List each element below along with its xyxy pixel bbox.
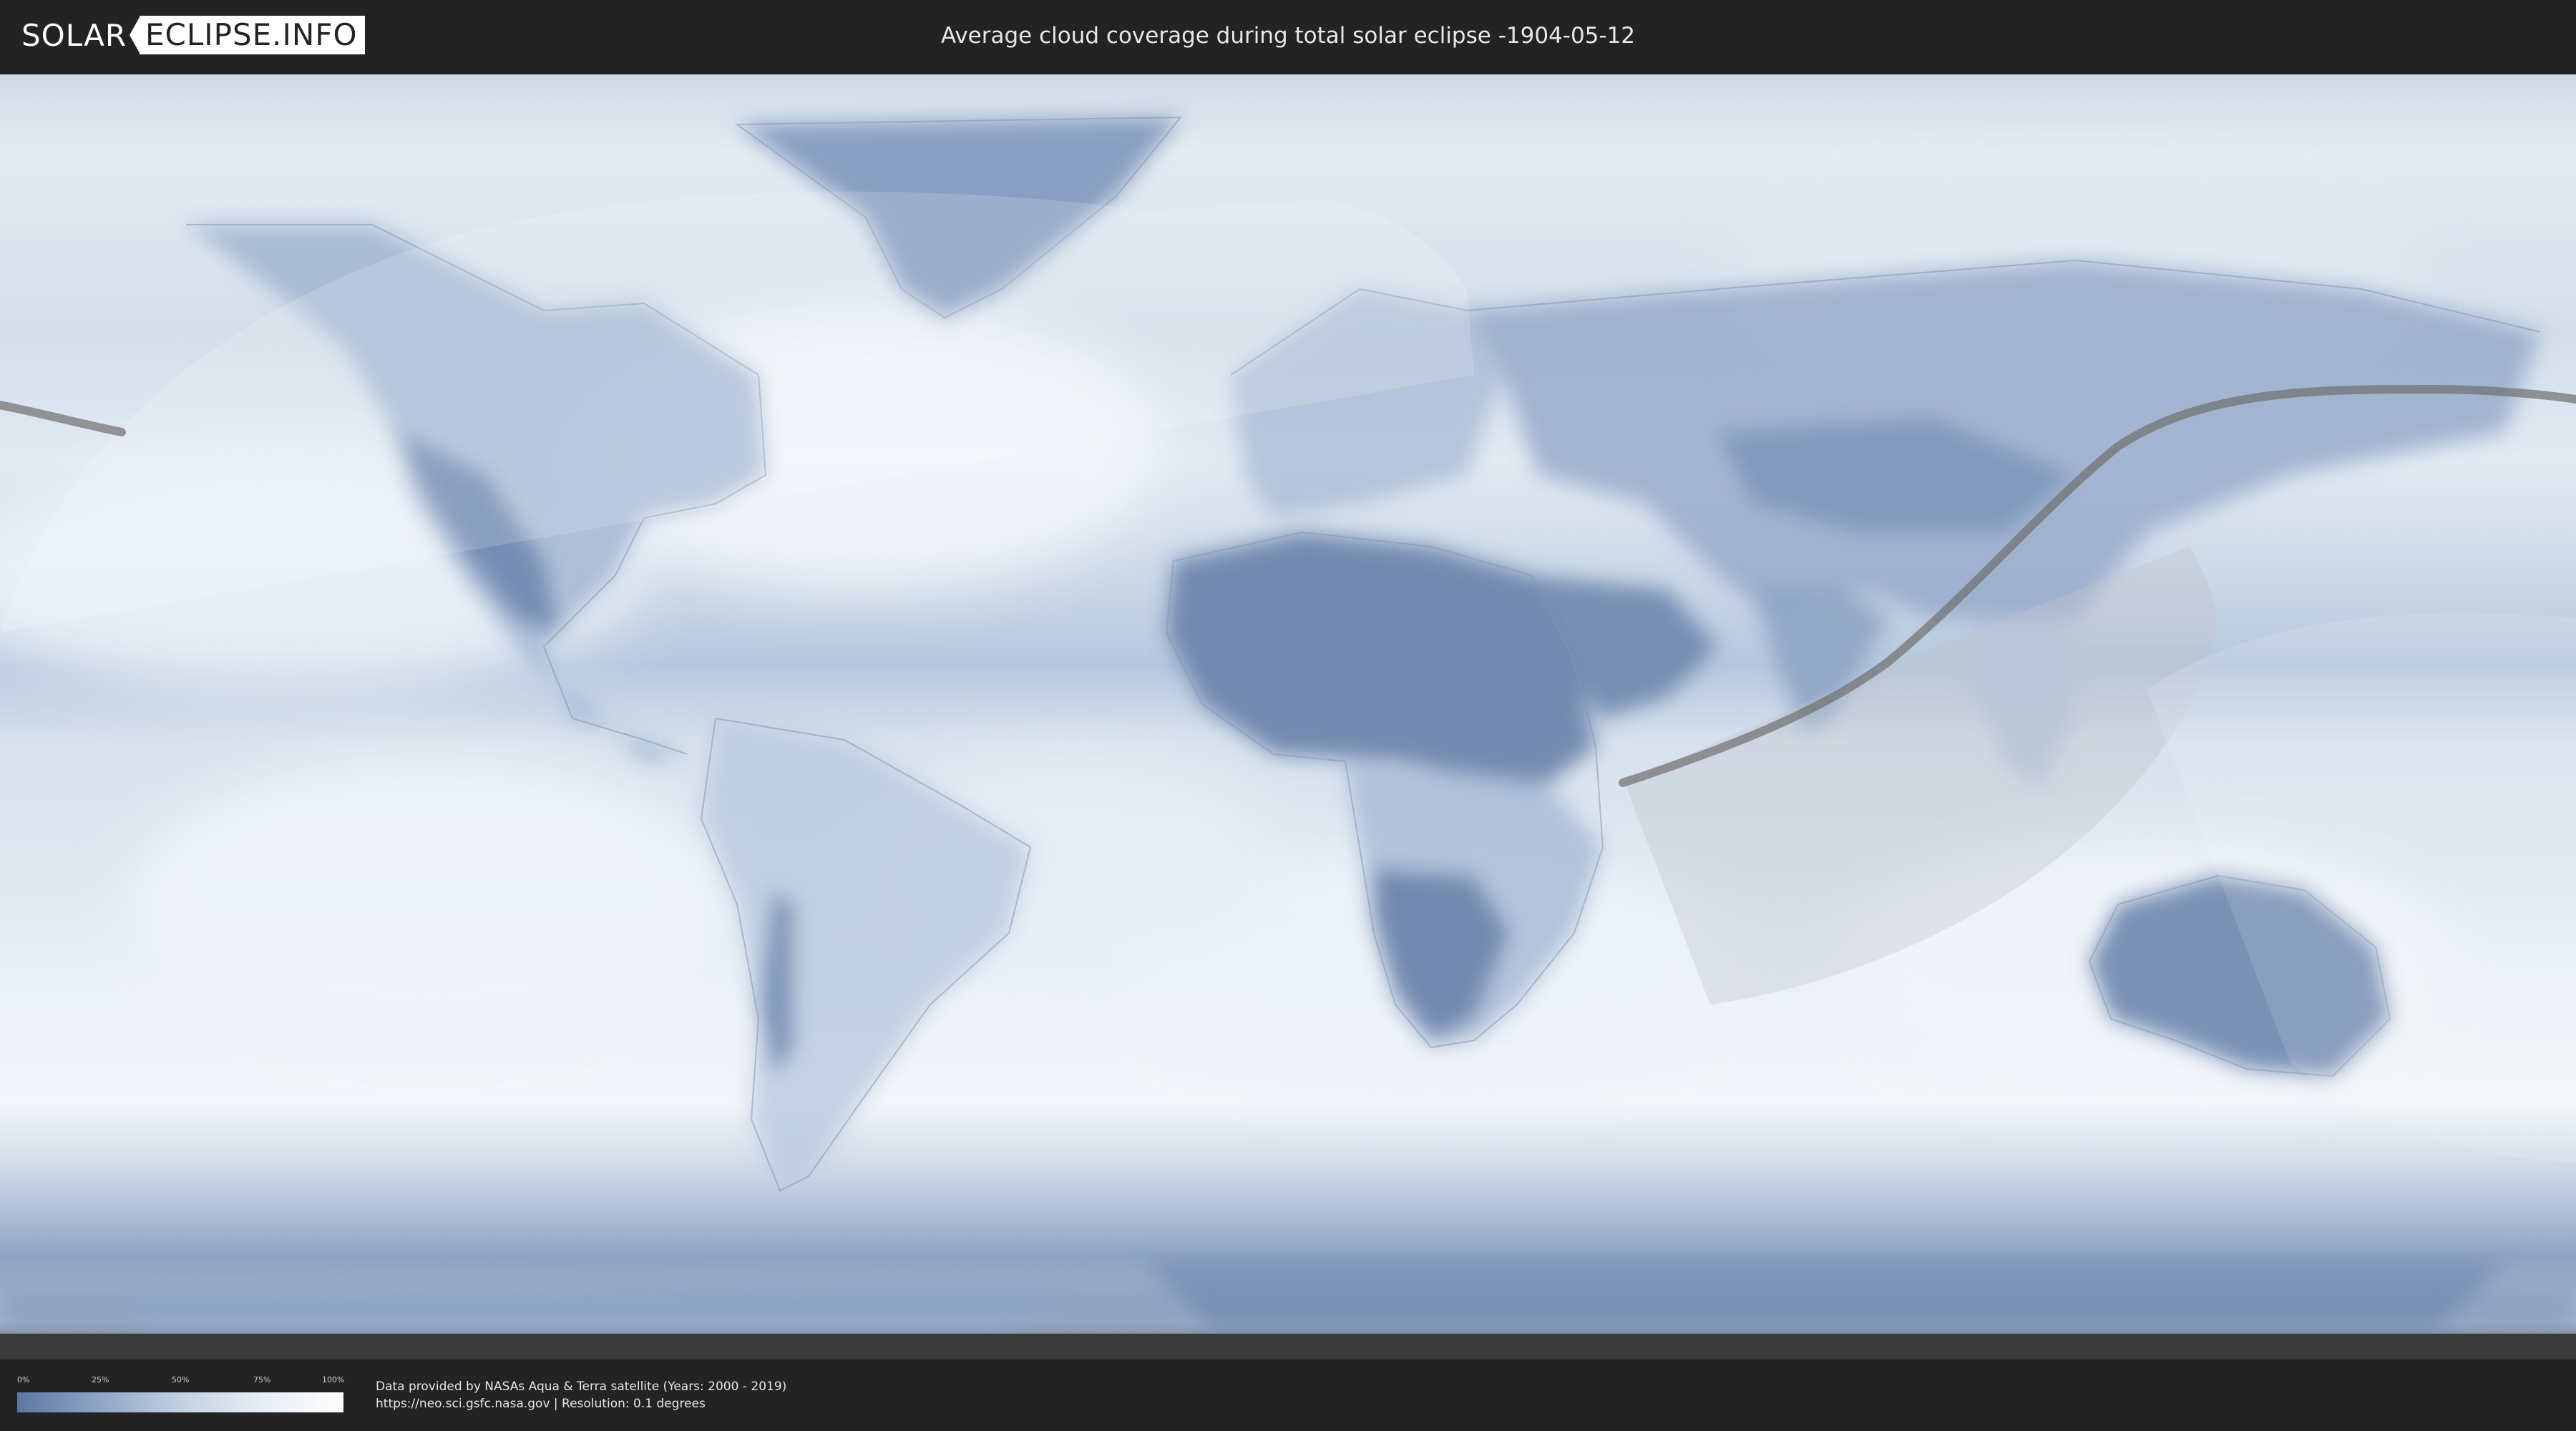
legend-tick-25: 25%	[92, 1375, 109, 1384]
data-credits: Data provided by NASAs Aqua & Terra sate…	[376, 1378, 786, 1412]
world-map-svg	[0, 74, 2576, 1359]
legend-tick-100: 100%	[322, 1375, 345, 1384]
footer-bar: 0% 25% 50% 75% 100% Data provided by NAS…	[0, 1359, 2576, 1431]
legend-tick-50: 50%	[172, 1375, 190, 1384]
page-title: Average cloud coverage during total sola…	[940, 23, 1636, 49]
legend-tick-75: 75%	[253, 1375, 271, 1384]
map-bottom-edge	[0, 1334, 2576, 1359]
cloud-coverage-map[interactable]	[0, 74, 2576, 1359]
legend-color-bar	[17, 1392, 343, 1412]
cloud-coverage-legend: 0% 25% 50% 75% 100%	[17, 1375, 345, 1415]
header-bar: SOLAR ECLIPSE.INFO Average cloud coverag…	[0, 0, 2576, 72]
legend-tick-0: 0%	[17, 1375, 30, 1384]
credits-line-source: https://neo.sci.gsfc.nasa.gov | Resoluti…	[376, 1397, 706, 1411]
app-root: SOLAR ECLIPSE.INFO Average cloud coverag…	[0, 0, 2576, 1431]
credits-line-provider: Data provided by NASAs Aqua & Terra sate…	[376, 1379, 787, 1394]
